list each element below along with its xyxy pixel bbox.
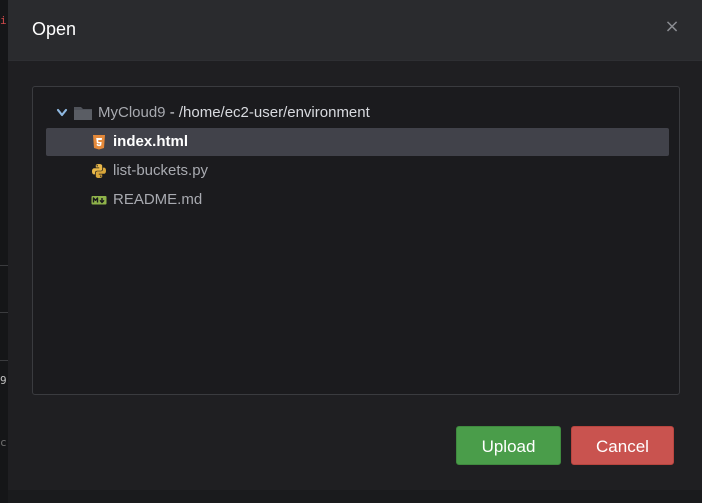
background-glyph: i — [0, 14, 7, 27]
background-editor-edge: i 9 c — [0, 0, 8, 503]
markdown-icon — [91, 196, 107, 205]
root-folder-name: MyCloud9 — [98, 104, 166, 121]
open-dialog: Open × MyCloud9 - /home/ec2-user/environ… — [8, 0, 702, 490]
file-label: index.html — [113, 133, 189, 150]
file-label: README.md — [113, 191, 203, 208]
tree-file-item[interactable]: README.md — [46, 186, 669, 214]
background-divider — [0, 312, 8, 313]
background-divider — [0, 360, 8, 361]
html5-icon — [93, 135, 105, 150]
background-glyph: 9 — [0, 374, 7, 387]
close-button[interactable]: × — [664, 17, 680, 37]
tree-file-item[interactable]: list-buckets.py — [46, 157, 669, 185]
tree-file-item[interactable]: index.html — [46, 128, 669, 156]
file-label: list-buckets.py — [113, 162, 209, 179]
dialog-header: Open × — [8, 0, 702, 61]
chevron-down-icon[interactable] — [56, 99, 68, 127]
root-folder-path: - /home/ec2-user/environment — [165, 104, 370, 121]
background-editor-bottom — [8, 490, 702, 503]
upload-button[interactable]: Upload — [456, 426, 561, 465]
cancel-button[interactable]: Cancel — [571, 426, 674, 465]
background-glyph: c — [0, 436, 7, 449]
tree-root-folder[interactable]: MyCloud9 - /home/ec2-user/environment — [46, 99, 669, 127]
root-folder-label: MyCloud9 - /home/ec2-user/environment — [98, 99, 370, 127]
dialog-title: Open — [32, 19, 77, 39]
python-icon — [92, 164, 106, 178]
background-divider — [0, 265, 8, 266]
folder-icon — [74, 107, 92, 120]
file-tree: MyCloud9 - /home/ec2-user/environment in… — [32, 86, 680, 395]
close-icon: × — [664, 16, 680, 37]
